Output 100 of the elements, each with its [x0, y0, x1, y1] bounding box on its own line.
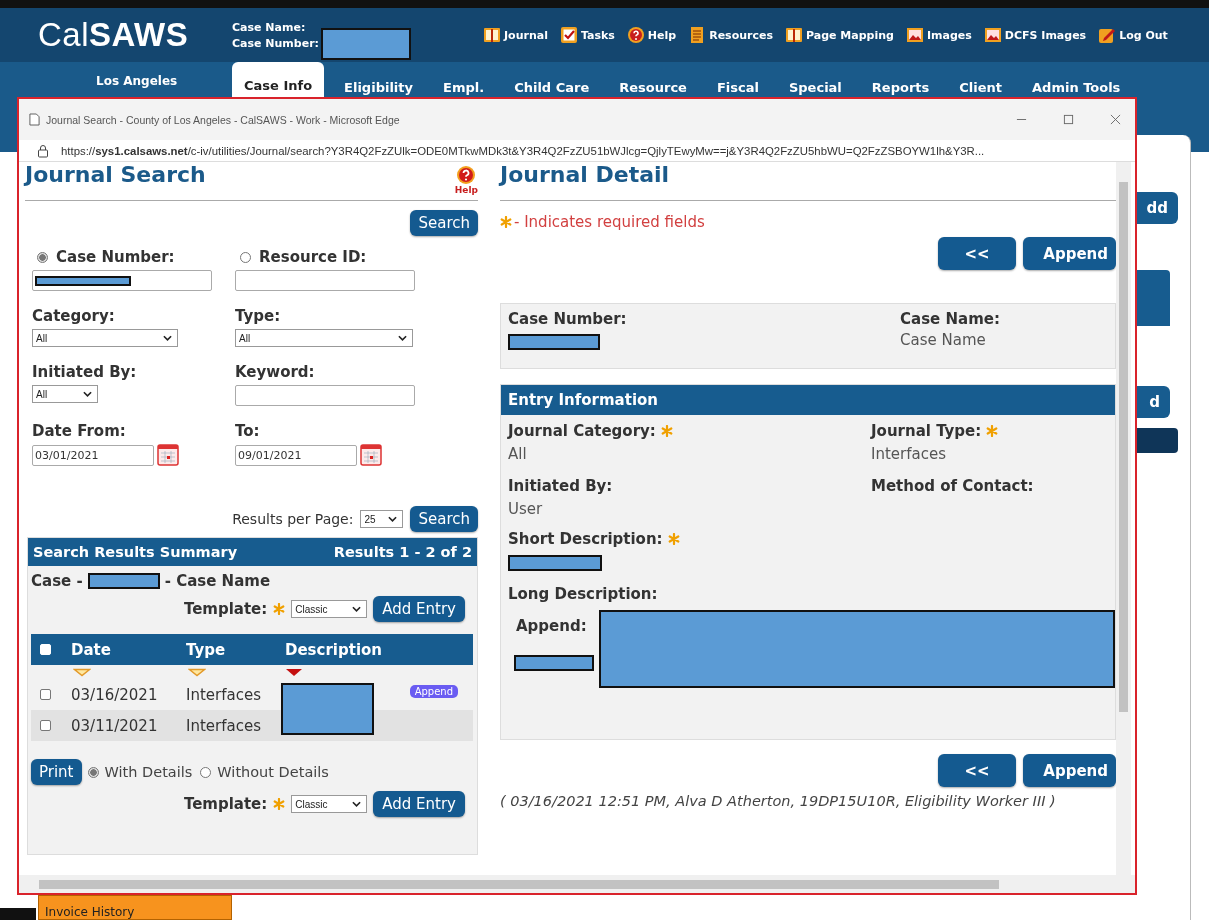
keyword-field[interactable]: [235, 385, 415, 406]
results-range: Results 1 - 2 of 2: [333, 544, 472, 560]
header-link[interactable]: Page Mapping: [785, 26, 894, 44]
add-entry-button[interactable]: Add Entry: [373, 791, 465, 817]
nav-tab[interactable]: Special: [778, 80, 852, 96]
search-button[interactable]: Search: [410, 506, 478, 532]
select-all-checkbox[interactable]: [40, 644, 51, 655]
field-value: Case Name: [900, 331, 987, 349]
nav-tab[interactable]: Child Care: [504, 80, 600, 96]
field-value: All: [508, 445, 528, 463]
search-button[interactable]: Search: [410, 210, 478, 236]
input-field[interactable]: [235, 270, 415, 291]
append-button[interactable]: Append: [1023, 237, 1116, 270]
field-label: Category:: [32, 307, 115, 325]
results-per-page-dropdown[interactable]: 25: [360, 510, 404, 528]
radio-button[interactable]: [37, 251, 48, 263]
date-field[interactable]: 09/01/2021: [235, 444, 357, 466]
calendar-icon[interactable]: [360, 444, 382, 466]
chevron-down-icon: [352, 606, 362, 612]
field-value: Interfaces: [871, 445, 947, 463]
nav-tab[interactable]: Admin Tools: [1022, 80, 1131, 96]
close-icon[interactable]: [1110, 114, 1121, 125]
header-link[interactable]: Resources: [688, 26, 773, 44]
field-label: Case Number:: [508, 310, 628, 328]
picture-icon: [983, 26, 1002, 44]
template-dropdown[interactable]: Classic: [291, 600, 368, 618]
book-icon: [483, 26, 501, 44]
maximize-icon[interactable]: [1063, 114, 1074, 125]
side-menu-item[interactable]: Invoice History: [38, 895, 232, 920]
template-dropdown[interactable]: Classic: [291, 795, 368, 813]
results-title: Search Results Summary: [33, 544, 238, 560]
initiated-by-dropdown[interactable]: All: [32, 385, 98, 403]
header-link[interactable]: Images: [905, 26, 972, 44]
table-cell: 03/16/2021: [71, 685, 158, 704]
calendar-icon[interactable]: [157, 444, 179, 466]
row-checkbox[interactable]: [40, 689, 51, 700]
chevron-down-icon: [352, 801, 362, 807]
add-button[interactable]: dd: [1137, 192, 1178, 224]
book-icon: [785, 26, 803, 44]
nav-tab[interactable]: Client: [949, 80, 1012, 96]
required-icon: [500, 216, 512, 228]
radio-button[interactable]: [87, 766, 99, 778]
type-dropdown[interactable]: All: [235, 329, 413, 347]
radio-label: With Details: [104, 764, 193, 780]
horizontal-scrollbar[interactable]: [19, 875, 1135, 893]
back-button[interactable]: <<: [938, 754, 1016, 787]
field-label: Journal Category:: [508, 422, 656, 440]
append-button[interactable]: Append: [1023, 754, 1116, 787]
table-cell: Interfaces: [186, 716, 261, 735]
field-label: Long Description:: [507, 584, 659, 603]
window-title: Journal Search - County of Los Angeles - CalSAWS - Work - Microsoft Edge: [46, 113, 400, 126]
add-button[interactable]: d: [1137, 386, 1170, 418]
nav-tab[interactable]: Fiscal: [706, 80, 769, 96]
page-icon: [29, 113, 40, 126]
header-link[interactable]: Log Out: [1098, 26, 1168, 44]
nav-tab[interactable]: Empl.: [433, 80, 495, 96]
column-header[interactable]: Date: [71, 640, 111, 659]
table-cell: 03/11/2021: [71, 716, 158, 735]
case-name-label: Case Name:: [232, 20, 307, 34]
section-title: Entry Information: [501, 385, 1115, 415]
print-button[interactable]: Print: [31, 759, 82, 785]
help-icon: [626, 26, 645, 44]
vertical-scrollbar[interactable]: [1116, 162, 1131, 875]
chevron-down-icon: [398, 335, 407, 341]
column-header[interactable]: Type: [186, 640, 226, 659]
header-link[interactable]: DCFS Images: [983, 26, 1087, 44]
append-badge[interactable]: Append: [409, 685, 458, 698]
column-header[interactable]: Description: [285, 640, 383, 659]
region-label: Los Angeles: [96, 74, 178, 88]
category-dropdown[interactable]: All: [32, 329, 178, 347]
add-entry-button[interactable]: Add Entry: [373, 596, 465, 622]
help-link[interactable]: Help: [454, 165, 478, 195]
chevron-down-icon: [388, 516, 398, 522]
sort-arrow-icon[interactable]: [285, 668, 303, 677]
nav-tab[interactable]: Reports: [861, 80, 940, 96]
header-link[interactable]: Help: [626, 26, 677, 44]
nav-tab[interactable]: Case Info: [232, 62, 325, 97]
required-icon: [660, 425, 673, 437]
required-icon: [986, 425, 999, 437]
template-label: Template:: [183, 795, 268, 813]
nav-tab[interactable]: Resource: [609, 80, 697, 96]
screen-border: [0, 908, 36, 920]
app-logo: CalSAWS: [38, 16, 190, 54]
radio-button[interactable]: [200, 766, 212, 778]
url-text[interactable]: https://sys1.calsaws.net/c-iv/utilities/Journal/search?Y3R4Q2FzZUlk=ODE0MTkwMDk3t&Y3R4Q2FzZU51bWJlcg=QjlyTEwyMw==j&Y3R4Q2FzZU5hbWU=Q2FzZSBOYW1lh&Y3R...: [61, 144, 985, 157]
date-field[interactable]: 03/01/2021: [32, 444, 154, 466]
nav-tab[interactable]: Eligibility: [334, 80, 423, 96]
radio-button[interactable]: [240, 251, 251, 263]
case-label: Case -: [31, 572, 83, 590]
field-label: Initiated By:: [508, 477, 613, 495]
header-link[interactable]: Tasks: [559, 26, 615, 44]
field-label: Short Description:: [508, 530, 663, 548]
input-field[interactable]: [32, 270, 212, 291]
page-title: Journal Search: [25, 162, 206, 187]
case-name-text: - Case Name: [164, 572, 271, 590]
back-button[interactable]: <<: [938, 237, 1016, 270]
field-label: Append:: [516, 617, 588, 635]
field-label: To:: [235, 422, 260, 440]
row-checkbox[interactable]: [40, 720, 51, 731]
header-link[interactable]: Journal: [483, 26, 548, 44]
